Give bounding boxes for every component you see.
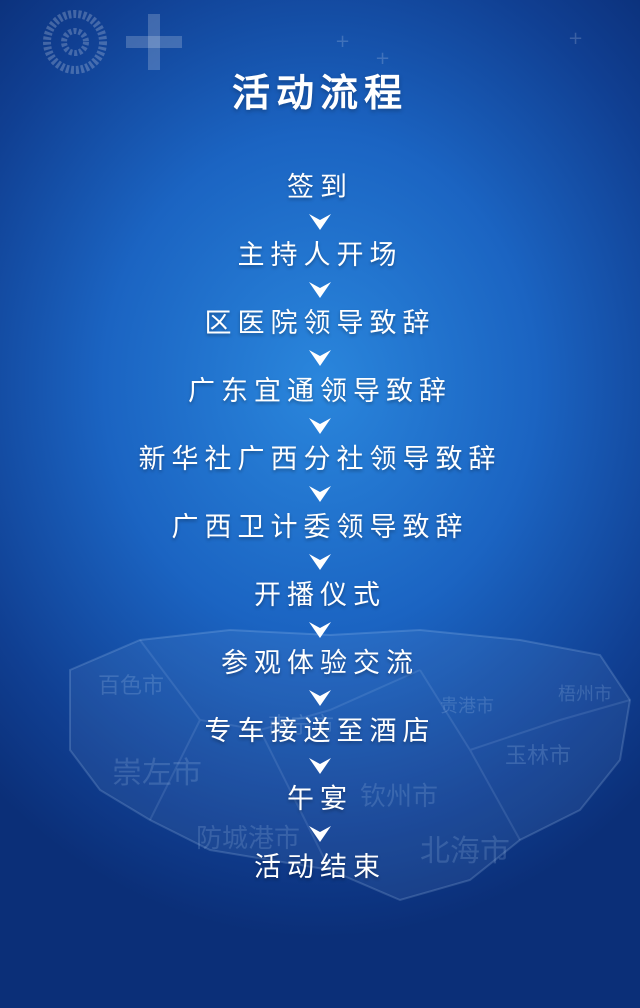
down-arrow-icon [0,208,640,236]
flow-step-xinhua-speech: 新华社广西分社领导致辞 [138,444,502,475]
page-title: 活动流程 [231,71,408,115]
process-flow: 签到 主持人开场 区医院领导致辞 广东宜通领导致辞 新华社广西分社领导致辞 广西… [0,168,640,888]
flow-step-check-in: 签到 [287,172,353,203]
down-arrow-icon [0,344,640,372]
flow-step-health-commission-speech: 广西卫计委领导致辞 [171,512,469,543]
down-arrow-icon [0,548,640,576]
plus-icon: + [335,31,351,52]
flow-step-visit-exchange: 参观体验交流 [221,648,419,679]
down-arrow-icon [0,480,640,508]
flow-step-lunch: 午宴 [287,784,353,815]
flow-step-gdyt-speech: 广东宜通领导致辞 [188,376,452,407]
down-arrow-icon [0,616,640,644]
plus-icon: + [568,28,584,49]
flow-step-shuttle-to-hotel: 专车接送至酒店 [204,716,436,747]
flow-step-launch-ceremony: 开播仪式 [254,580,386,611]
flow-step-event-end: 活动结束 [254,852,386,883]
down-arrow-icon [0,684,640,712]
down-arrow-icon [0,752,640,780]
flow-step-host-opening: 主持人开场 [237,240,403,271]
down-arrow-icon [0,820,640,848]
down-arrow-icon [0,412,640,440]
flow-step-district-hospital-speech: 区医院领导致辞 [204,308,436,339]
down-arrow-icon [0,276,640,304]
